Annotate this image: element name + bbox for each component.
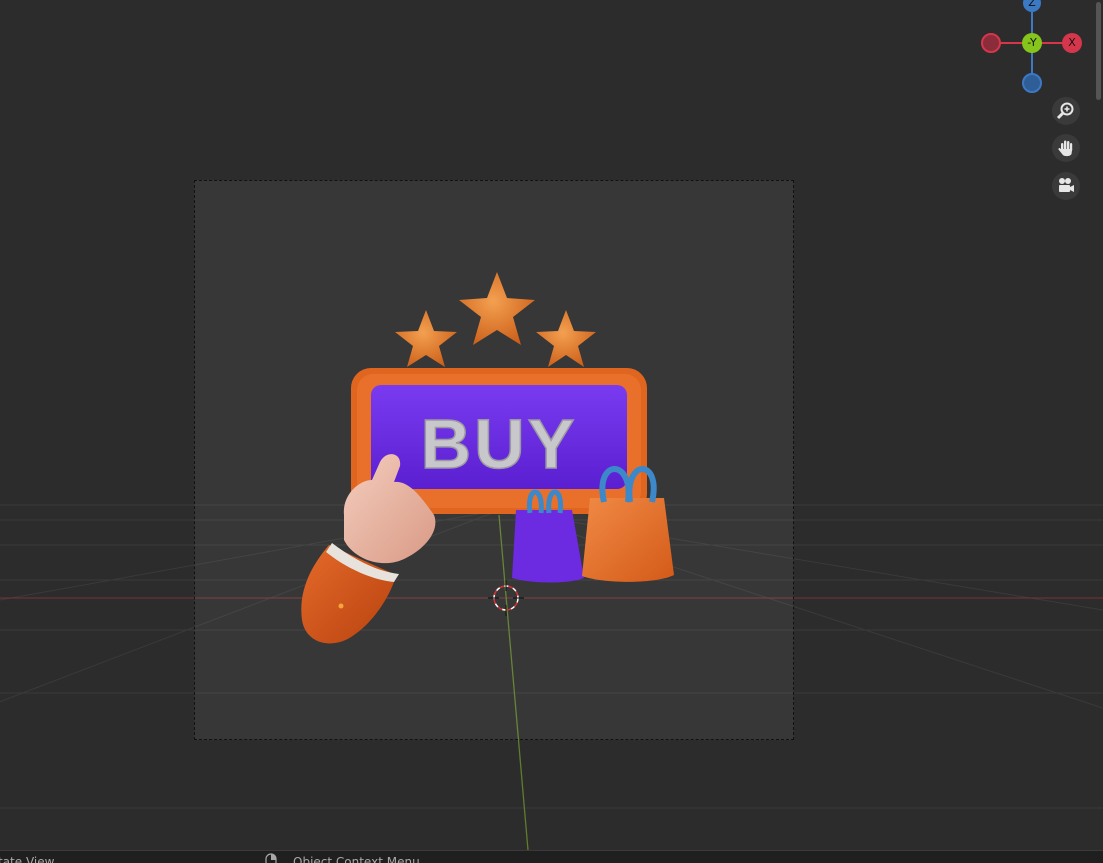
gizmo-neg-x-axis[interactable] (981, 33, 1001, 53)
star-right-icon (536, 310, 596, 367)
zoom-icon[interactable] (1052, 97, 1080, 125)
star-center-icon (459, 272, 535, 345)
status-bar: tate View Object Context Menu (0, 850, 1103, 863)
navigation-gizmo[interactable]: Z X -Y (970, 0, 1090, 100)
orange-bag (582, 498, 674, 582)
purple-bag (512, 510, 584, 583)
gizmo-x-axis[interactable]: X (1062, 33, 1082, 53)
viewport-scrollbar[interactable] (1096, 2, 1101, 100)
buy-label: BUY (421, 405, 578, 483)
gizmo-neg-z-axis[interactable] (1022, 73, 1042, 93)
3d-viewport[interactable]: BUY Z X -Y (0, 0, 1103, 850)
gizmo-neg-y-axis[interactable]: -Y (1022, 33, 1042, 53)
star-left-icon (395, 310, 457, 367)
3d-cursor-icon (488, 580, 524, 616)
camera-icon[interactable] (1052, 172, 1080, 200)
hand-pan-icon[interactable] (1052, 134, 1080, 162)
scene-render[interactable]: BUY (194, 180, 794, 740)
